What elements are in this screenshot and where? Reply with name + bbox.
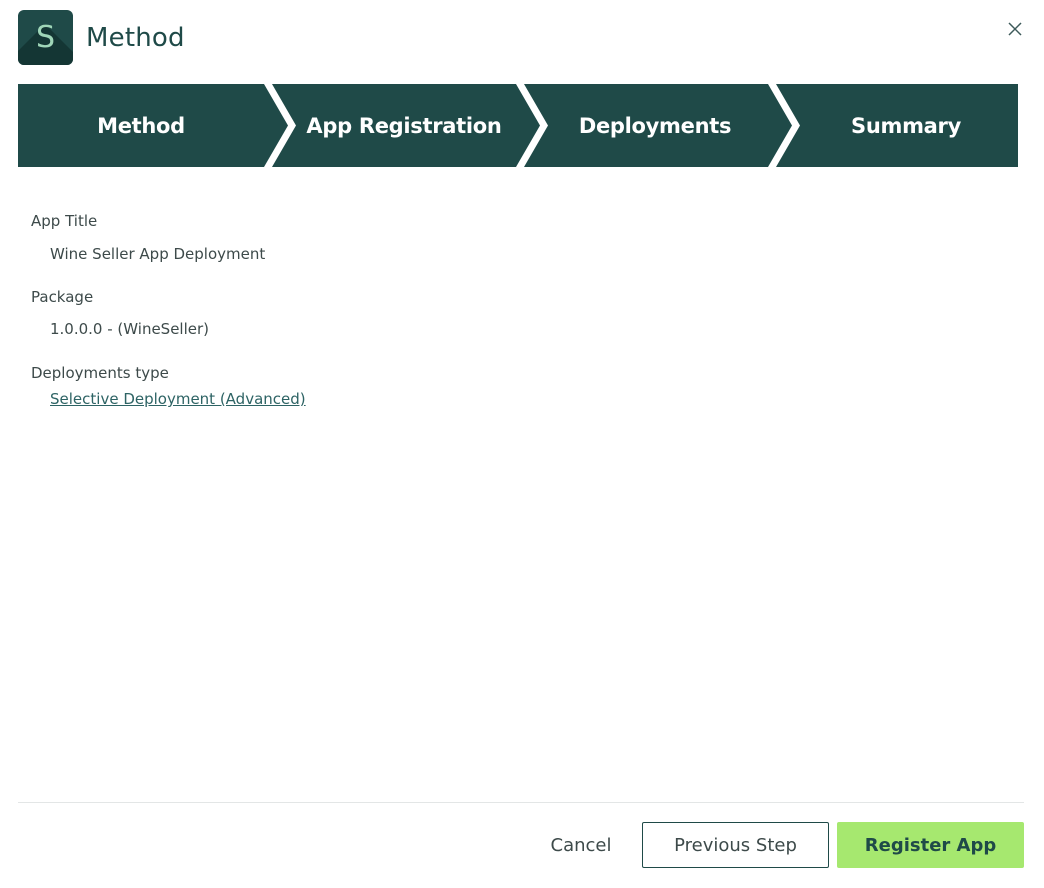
step-app-registration[interactable]: App Registration (282, 84, 526, 167)
package-value: 1.0.0.0 - (WineSeller) (50, 320, 210, 338)
deployments-type-link[interactable]: Selective Deployment (Advanced) (50, 390, 306, 408)
footer-divider (18, 802, 1024, 803)
register-app-dialog: S Method Method App Registration Deploym… (0, 0, 1044, 888)
dialog-title: Method (86, 22, 185, 53)
app-title-label: App Title (31, 212, 98, 230)
close-button[interactable] (1006, 20, 1024, 38)
app-title-value: Wine Seller App Deployment (50, 245, 266, 263)
app-logo: S (18, 10, 73, 65)
wizard-stepper: Method App Registration Deployments Summ… (18, 84, 1018, 167)
logo-letter: S (35, 19, 56, 55)
step-deployments[interactable]: Deployments (534, 84, 776, 167)
register-app-button[interactable]: Register App (837, 822, 1024, 868)
step-summary[interactable]: Summary (786, 84, 1026, 167)
package-label: Package (31, 288, 94, 306)
previous-step-button[interactable]: Previous Step (642, 822, 829, 868)
close-icon (1008, 22, 1022, 36)
step-method[interactable]: Method (18, 84, 264, 167)
deployments-type-label: Deployments type (31, 364, 169, 382)
dialog-header: S Method (18, 10, 185, 65)
cancel-button[interactable]: Cancel (540, 822, 622, 868)
